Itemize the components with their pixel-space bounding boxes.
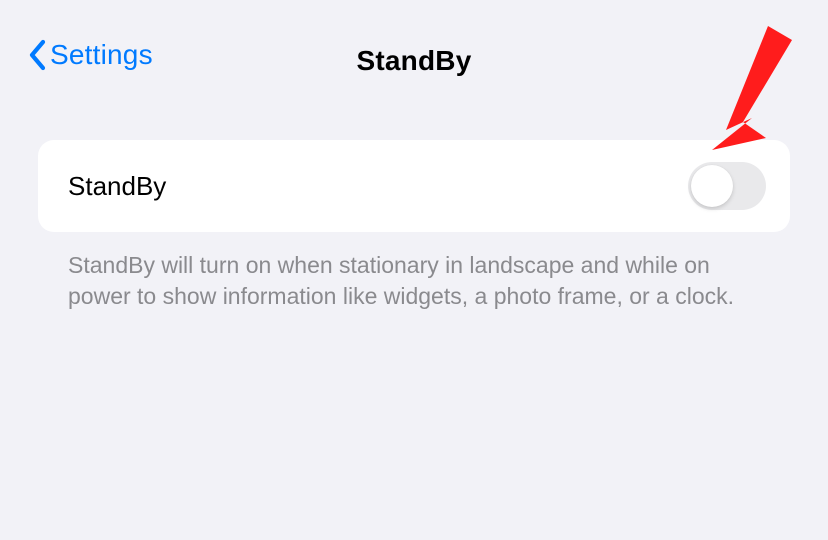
back-label: Settings bbox=[50, 39, 153, 71]
settings-footer-text: StandBy will turn on when stationary in … bbox=[38, 232, 790, 312]
nav-bar: Settings StandBy bbox=[0, 0, 828, 110]
chevron-left-icon bbox=[28, 39, 48, 71]
back-button[interactable]: Settings bbox=[28, 39, 153, 71]
toggle-knob bbox=[691, 165, 733, 207]
standby-label: StandBy bbox=[68, 171, 166, 202]
standby-toggle[interactable] bbox=[688, 162, 766, 210]
standby-row: StandBy bbox=[38, 140, 790, 232]
page-title: StandBy bbox=[357, 45, 472, 77]
settings-group: StandBy StandBy will turn on when statio… bbox=[38, 140, 790, 312]
